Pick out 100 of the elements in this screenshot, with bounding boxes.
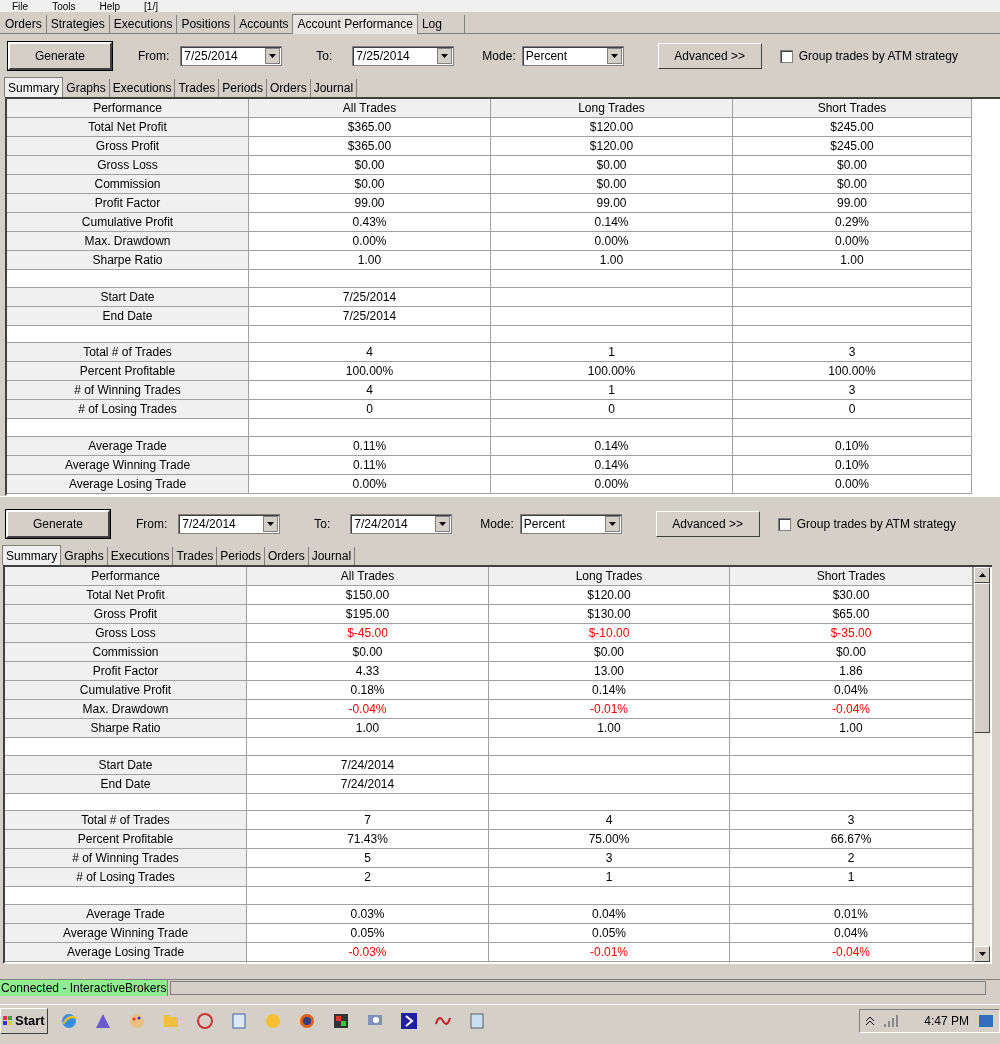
- table-cell: $130.00: [489, 605, 730, 624]
- table-cell: 7: [247, 811, 489, 831]
- mode-label: Mode:: [480, 516, 514, 533]
- row-label: Percent Profitable: [5, 830, 247, 850]
- table-cell: 0.11%: [249, 437, 491, 456]
- table-cell: 4: [249, 343, 491, 363]
- column-header[interactable]: Short Trades: [730, 567, 973, 586]
- row-label: Total Net Profit: [5, 586, 247, 605]
- table-cell: $195.00: [247, 605, 489, 624]
- table-cell: $-10.00: [489, 624, 730, 643]
- browser-icon[interactable]: [297, 1011, 316, 1030]
- checkbox[interactable]: [779, 49, 793, 63]
- column-header[interactable]: Short Trades: [733, 99, 972, 118]
- advanced-button[interactable]: Advanced >>: [655, 511, 760, 537]
- table-cell: 1: [489, 868, 730, 888]
- checkbox[interactable]: [777, 517, 791, 531]
- connection-status: Connected - InteractiveBrokers: [0, 980, 169, 996]
- palette-icon[interactable]: [127, 1011, 146, 1030]
- column-header[interactable]: All Trades: [247, 567, 489, 586]
- table-cell: 13.00: [489, 662, 730, 681]
- table-cell: 0.00%: [733, 475, 972, 494]
- dropdown[interactable]: 7/24/2014: [350, 514, 453, 534]
- dropdown[interactable]: 7/25/2014: [352, 46, 455, 66]
- tab[interactable]: Log: [417, 15, 465, 33]
- table-cell: $0.00: [733, 156, 972, 175]
- table-cell: 0.03%: [247, 905, 489, 924]
- table-cell: -0.04%: [730, 700, 973, 719]
- document-icon[interactable]: [229, 1011, 248, 1030]
- table-cell: 1.00: [249, 251, 491, 270]
- row-label: Average Winning Trade: [7, 456, 249, 475]
- table-cell: 0: [733, 400, 972, 420]
- table-cell: $245.00: [733, 137, 972, 156]
- app-icon[interactable]: [331, 1011, 350, 1030]
- tab[interactable]: Positions: [177, 15, 236, 33]
- dropdown[interactable]: 7/25/2014: [180, 46, 283, 66]
- dropdown[interactable]: Percent: [521, 46, 624, 66]
- table-cell: $-35.00: [730, 624, 973, 643]
- generate-button[interactable]: Generate: [8, 42, 112, 70]
- table-cell: 0.14%: [489, 681, 730, 700]
- table-cell: 1.00: [730, 719, 973, 738]
- menu-item[interactable]: Help: [99, 2, 121, 12]
- table-cell: 2: [730, 849, 973, 869]
- table-cell: 0.04%: [489, 905, 730, 924]
- table-cell: 99.00: [491, 194, 733, 213]
- table-cell: $245.00: [733, 118, 972, 137]
- tab[interactable]: Account Performance: [292, 14, 418, 34]
- globe-icon[interactable]: [59, 1011, 78, 1030]
- column-header[interactable]: Long Trades: [489, 567, 730, 586]
- column-header[interactable]: Long Trades: [491, 99, 733, 118]
- table-cell: 0.10%: [733, 437, 972, 456]
- table-cell: 1: [730, 868, 973, 888]
- row-label: Percent Profitable: [7, 362, 249, 382]
- chevron-up-icon: [866, 1016, 875, 1025]
- dropdown-arrow-icon: [269, 54, 277, 58]
- generate-button[interactable]: Generate: [6, 510, 110, 538]
- table-cell: $30.00: [730, 586, 973, 605]
- row-label: # of Losing Trades: [5, 868, 247, 888]
- column-header[interactable]: All Trades: [249, 99, 491, 118]
- signal-icon: [884, 1014, 901, 1027]
- table-cell: 0.43%: [249, 213, 491, 232]
- start-button[interactable]: Start: [0, 1007, 48, 1034]
- table-cell: 1.86: [730, 662, 973, 681]
- tab[interactable]: Orders: [1, 15, 47, 33]
- notepad-icon[interactable]: [467, 1011, 486, 1030]
- tab[interactable]: Executions: [109, 15, 178, 33]
- tab[interactable]: Strategies: [46, 15, 110, 33]
- tab[interactable]: Summary: [2, 545, 62, 565]
- table-cell: 3: [489, 849, 730, 869]
- scrollbar[interactable]: [973, 567, 990, 962]
- dropdown[interactable]: 7/24/2014: [178, 514, 281, 534]
- row-label: Total # of Trades: [7, 343, 249, 363]
- table-cell: 1.00: [489, 719, 730, 738]
- to-label: To:: [316, 48, 333, 65]
- menu-item[interactable]: File: [12, 2, 29, 12]
- table-cell: 7/24/2014: [247, 774, 489, 794]
- dropdown-arrow-icon: [610, 54, 618, 58]
- table-cell: 0.04%: [730, 924, 973, 943]
- table-cell: 0.00%: [249, 232, 491, 251]
- menu-item[interactable]: Tools: [52, 2, 76, 12]
- table-cell: 99.00: [249, 194, 491, 213]
- table-cell: 7/24/2014: [247, 755, 489, 775]
- menu-item[interactable]: [1/]: [144, 2, 158, 12]
- table-cell: 4.33: [247, 662, 489, 681]
- dropdown[interactable]: Percent: [519, 514, 622, 534]
- tab[interactable]: Summary: [4, 77, 64, 97]
- row-label: Gross Loss: [5, 624, 247, 643]
- up-arrow-icon: [978, 573, 986, 577]
- table-cell: 1: [491, 381, 733, 401]
- app-icon[interactable]: [399, 1011, 418, 1030]
- advanced-button[interactable]: Advanced >>: [657, 43, 762, 69]
- table-cell: 1: [491, 343, 733, 363]
- tab[interactable]: Accounts: [235, 15, 293, 33]
- table-cell: $0.00: [247, 643, 489, 662]
- row-label: Sharpe Ratio: [7, 251, 249, 270]
- table-cell: 4: [489, 811, 730, 831]
- table-cell: 1.00: [491, 251, 733, 270]
- table-cell: 1.00: [733, 251, 972, 270]
- dropdown-arrow-icon: [439, 522, 447, 526]
- row-label: Max. Drawdown: [5, 700, 247, 719]
- checkbox-label: Group trades by ATM strategy: [796, 516, 956, 533]
